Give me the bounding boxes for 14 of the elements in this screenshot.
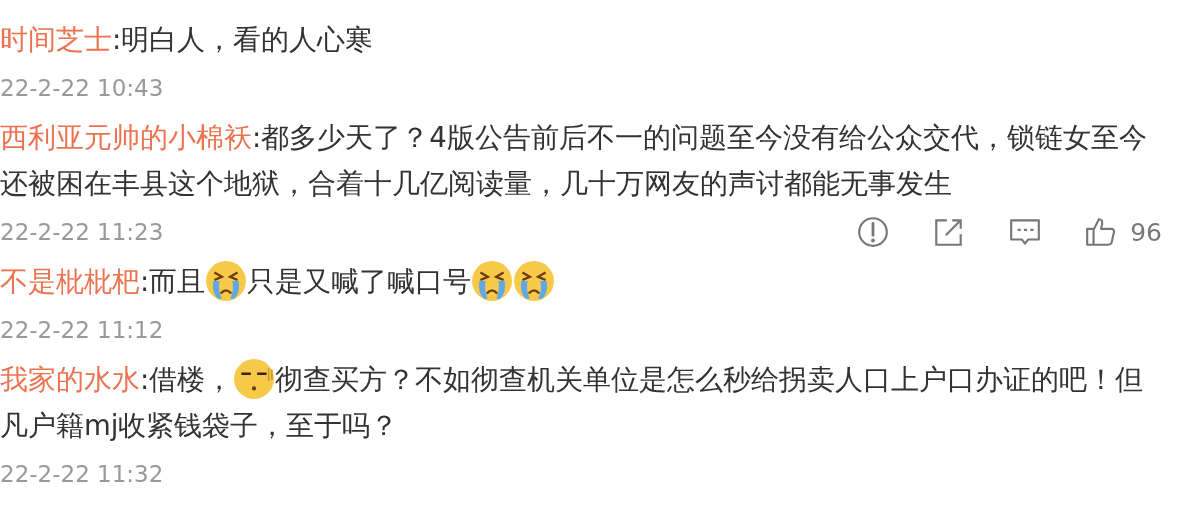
comment-text: 我家的水水:借楼， 彻查买方？不如彻查机关单位是怎么秒给拐卖人口上户口办证的吧！但凡户籍mj收紧钱袋子，至于吗？ [0,356,1165,448]
comment-time: 22-2-22 11:32 [0,461,164,487]
comment-time: 22-2-22 11:23 [0,219,164,245]
crying-emoji-icon [205,260,248,302]
comment-text: 时间芝士:明白人，看的人心寒 [0,22,375,57]
silent-emoji-icon [233,358,276,400]
comment-text: 不是枇枇杷:而且 只是又喊了喊口号 [0,258,1165,304]
comment-time: 22-2-22 10:43 [0,75,164,101]
comment-text: 西利亚元帅的小棉袄:都多少天了？4版公告前后不一的问题至今没有给公众交代，锁链女至今还被困在丰县这个地狱，合着十几亿阅读量，几十万网友的声讨都能无事发生 [0,120,1148,201]
crying-emoji-icon [471,260,514,302]
report-icon[interactable] [856,215,891,249]
like-button[interactable]: 96 [1084,215,1162,249]
crying-emoji-icon [513,260,556,302]
comment-time: 22-2-22 11:12 [0,317,164,343]
